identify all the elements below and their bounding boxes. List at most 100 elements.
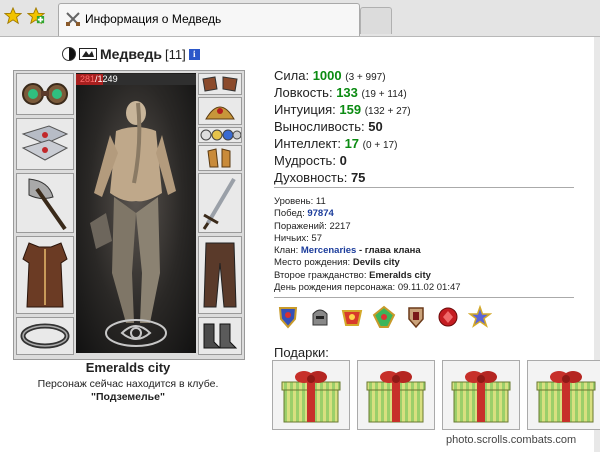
axe-icon: [28, 178, 67, 231]
equipment-panel: 281/1249: [13, 70, 245, 360]
info-citizenship: Второе гражданство: Emeralds city: [274, 270, 461, 282]
browser-tab-bar: Информация о Медведь: [0, 0, 600, 37]
stat-row: Сила: 1000 (3 + 997): [274, 68, 411, 85]
fist-emblem-icon: [105, 319, 167, 347]
stat-row: Духовность: 75: [274, 170, 411, 187]
favorites-star-icon[interactable]: [4, 7, 22, 25]
slot-armor[interactable]: [16, 236, 74, 314]
info-wins: Побед: 97874: [274, 208, 461, 220]
boots-icon: [203, 323, 238, 349]
stat-label: Ловкость:: [274, 85, 333, 100]
helmet-icon: [205, 106, 235, 120]
club-status-text: Персонаж сейчас находится в клубе.: [37, 378, 219, 390]
info-level: Уровень: 11: [274, 196, 461, 208]
stat-value: 1000: [312, 68, 342, 83]
slot-belt[interactable]: [16, 317, 74, 355]
warrior-figure: [90, 101, 176, 323]
shield-medal-icon[interactable]: [276, 305, 300, 329]
info-birthplace: Место рождения: Devils city: [274, 257, 461, 269]
gift-slot[interactable]: [527, 360, 600, 430]
stat-label: Мудрость:: [274, 153, 336, 168]
helmet-medal-icon[interactable]: [308, 305, 332, 329]
slot-rings[interactable]: [198, 127, 242, 143]
info-label: Уровень:: [274, 196, 314, 207]
stat-row: Интуиция: 159 (132 + 27): [274, 102, 411, 119]
info-value: Emeralds city: [369, 269, 431, 281]
slot-weapon-left[interactable]: [16, 173, 74, 233]
info-label: День рождения персонажа:: [274, 282, 396, 294]
crest-medal-icon[interactable]: [340, 305, 364, 329]
add-favorite-icon[interactable]: [27, 7, 45, 25]
info-value: 09.11.02 01:47: [397, 282, 461, 294]
gift-box-icon: [536, 371, 596, 423]
new-tab-button[interactable]: [360, 7, 392, 34]
info-label: Второе гражданство:: [274, 269, 367, 281]
slot-weapon-right[interactable]: [198, 173, 242, 233]
info-losses: Поражений: 2217: [274, 221, 461, 233]
gift-slot[interactable]: [357, 360, 435, 430]
slot-boots[interactable]: [198, 317, 242, 355]
rings-icon: [200, 129, 241, 141]
stat-value: 17: [344, 136, 360, 151]
clan-emblem-icon: [79, 48, 97, 60]
sword-icon: [202, 177, 236, 230]
bracers-icon: [21, 125, 69, 161]
stat-row: Ловкость: 133 (19 + 114): [274, 85, 411, 102]
tab-title: Информация о Медведь: [85, 12, 222, 26]
character-header: Медведь [11] i: [62, 44, 200, 64]
info-label: Поражений:: [274, 220, 327, 232]
gift-box-icon: [281, 371, 341, 423]
info-value: Devils city: [352, 257, 400, 269]
info-value: 11: [315, 196, 326, 207]
amulet-icon: [22, 83, 68, 105]
red-badge-icon[interactable]: [436, 305, 460, 329]
info-clan: Клан: Mercenaries - глава клана: [274, 245, 461, 257]
info-label: Побед:: [274, 208, 305, 220]
slot-amulet[interactable]: [16, 73, 74, 115]
stat-bonus: (19 + 114): [361, 89, 407, 100]
hp-text: 281/1249: [80, 74, 118, 84]
club-name: "Подземелье": [91, 391, 165, 403]
leggings-icon: [203, 242, 237, 308]
gem-medal-icon[interactable]: [372, 305, 396, 329]
gloves-icon: [202, 76, 238, 92]
slot-leggings[interactable]: [198, 236, 242, 314]
info-icon[interactable]: i: [188, 48, 200, 60]
info-value: 57: [311, 232, 322, 244]
stat-label: Интеллект:: [274, 136, 341, 151]
stat-row: Интеллект: 17 (0 + 17): [274, 136, 411, 153]
stat-bonus: (132 + 27): [364, 106, 411, 117]
gift-slot[interactable]: [442, 360, 520, 430]
stat-label: Сила:: [274, 68, 310, 83]
info-value: 2217: [329, 220, 351, 232]
gift-slot[interactable]: [272, 360, 350, 430]
character-portrait: [76, 73, 196, 353]
clan-link[interactable]: Mercenaries: [301, 245, 356, 256]
character-level: [11]: [165, 46, 186, 62]
gift-box-icon: [451, 371, 511, 423]
stat-value: 0: [339, 153, 347, 168]
star-medal-icon[interactable]: [468, 305, 492, 329]
slot-gauntlet[interactable]: [198, 145, 242, 171]
slot-gloves[interactable]: [198, 73, 242, 95]
info-divider: [274, 297, 574, 298]
wins-link[interactable]: 97874: [307, 208, 333, 219]
hp-current: 281: [80, 74, 96, 84]
stat-value: 50: [368, 119, 383, 134]
gauntlet-icon: [207, 148, 231, 168]
info-birthday: День рождения персонажа: 09.11.02 01:47: [274, 282, 461, 294]
knight-medal-icon[interactable]: [404, 305, 428, 329]
gifts-label: Подарки:: [274, 345, 329, 360]
alignment-icon: [62, 47, 76, 61]
hp-bar: 281/1249: [76, 74, 196, 85]
slot-bracers[interactable]: [16, 118, 74, 170]
character-info: Уровень: 11 Побед: 97874 Поражений: 2217…: [274, 196, 461, 294]
hp-max: 1249: [97, 74, 118, 84]
character-name[interactable]: Медведь: [100, 46, 162, 62]
watermark-text: photo.scrolls.combats.com: [446, 434, 577, 446]
stat-label: Выносливость:: [274, 119, 365, 134]
slot-helmet[interactable]: [198, 97, 242, 125]
stat-label: Духовность:: [274, 170, 348, 185]
tab-character-info[interactable]: Информация о Медведь: [58, 3, 360, 36]
stats-list: Сила: 1000 (3 + 997) Ловкость: 133 (19 + …: [274, 68, 411, 187]
